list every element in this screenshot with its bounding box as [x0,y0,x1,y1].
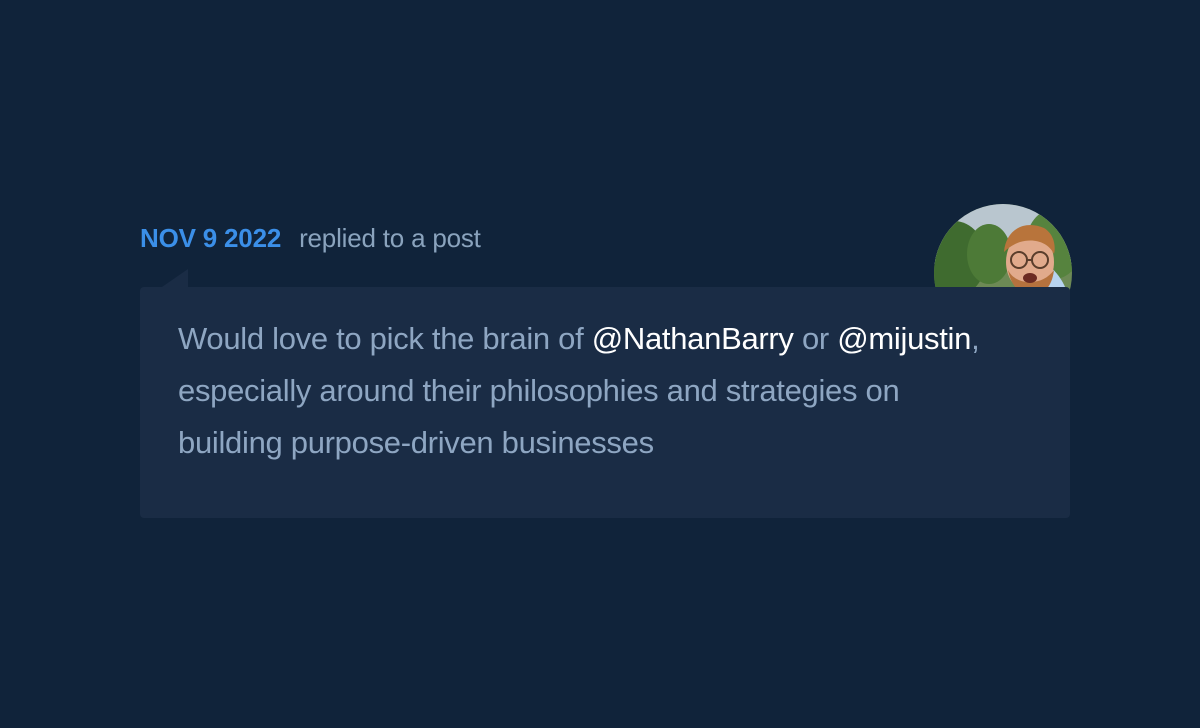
reply-text: Would love to pick the brain of @NathanB… [178,313,998,469]
card-pointer [162,269,188,287]
reply-card[interactable]: Would love to pick the brain of @NathanB… [140,287,1070,518]
activity-header: NOV 9 2022 replied to a post [140,220,481,256]
reply-text-part: or [793,321,838,356]
mention-link-mijustin[interactable]: @mijustin [837,321,971,356]
activity-action-text: replied to a post [299,222,481,253]
mention-link-nathanbarry[interactable]: @NathanBarry [592,321,794,356]
reply-text-part: Would love to pick the brain of [178,321,592,356]
activity-date-link[interactable]: NOV 9 2022 [140,223,281,254]
